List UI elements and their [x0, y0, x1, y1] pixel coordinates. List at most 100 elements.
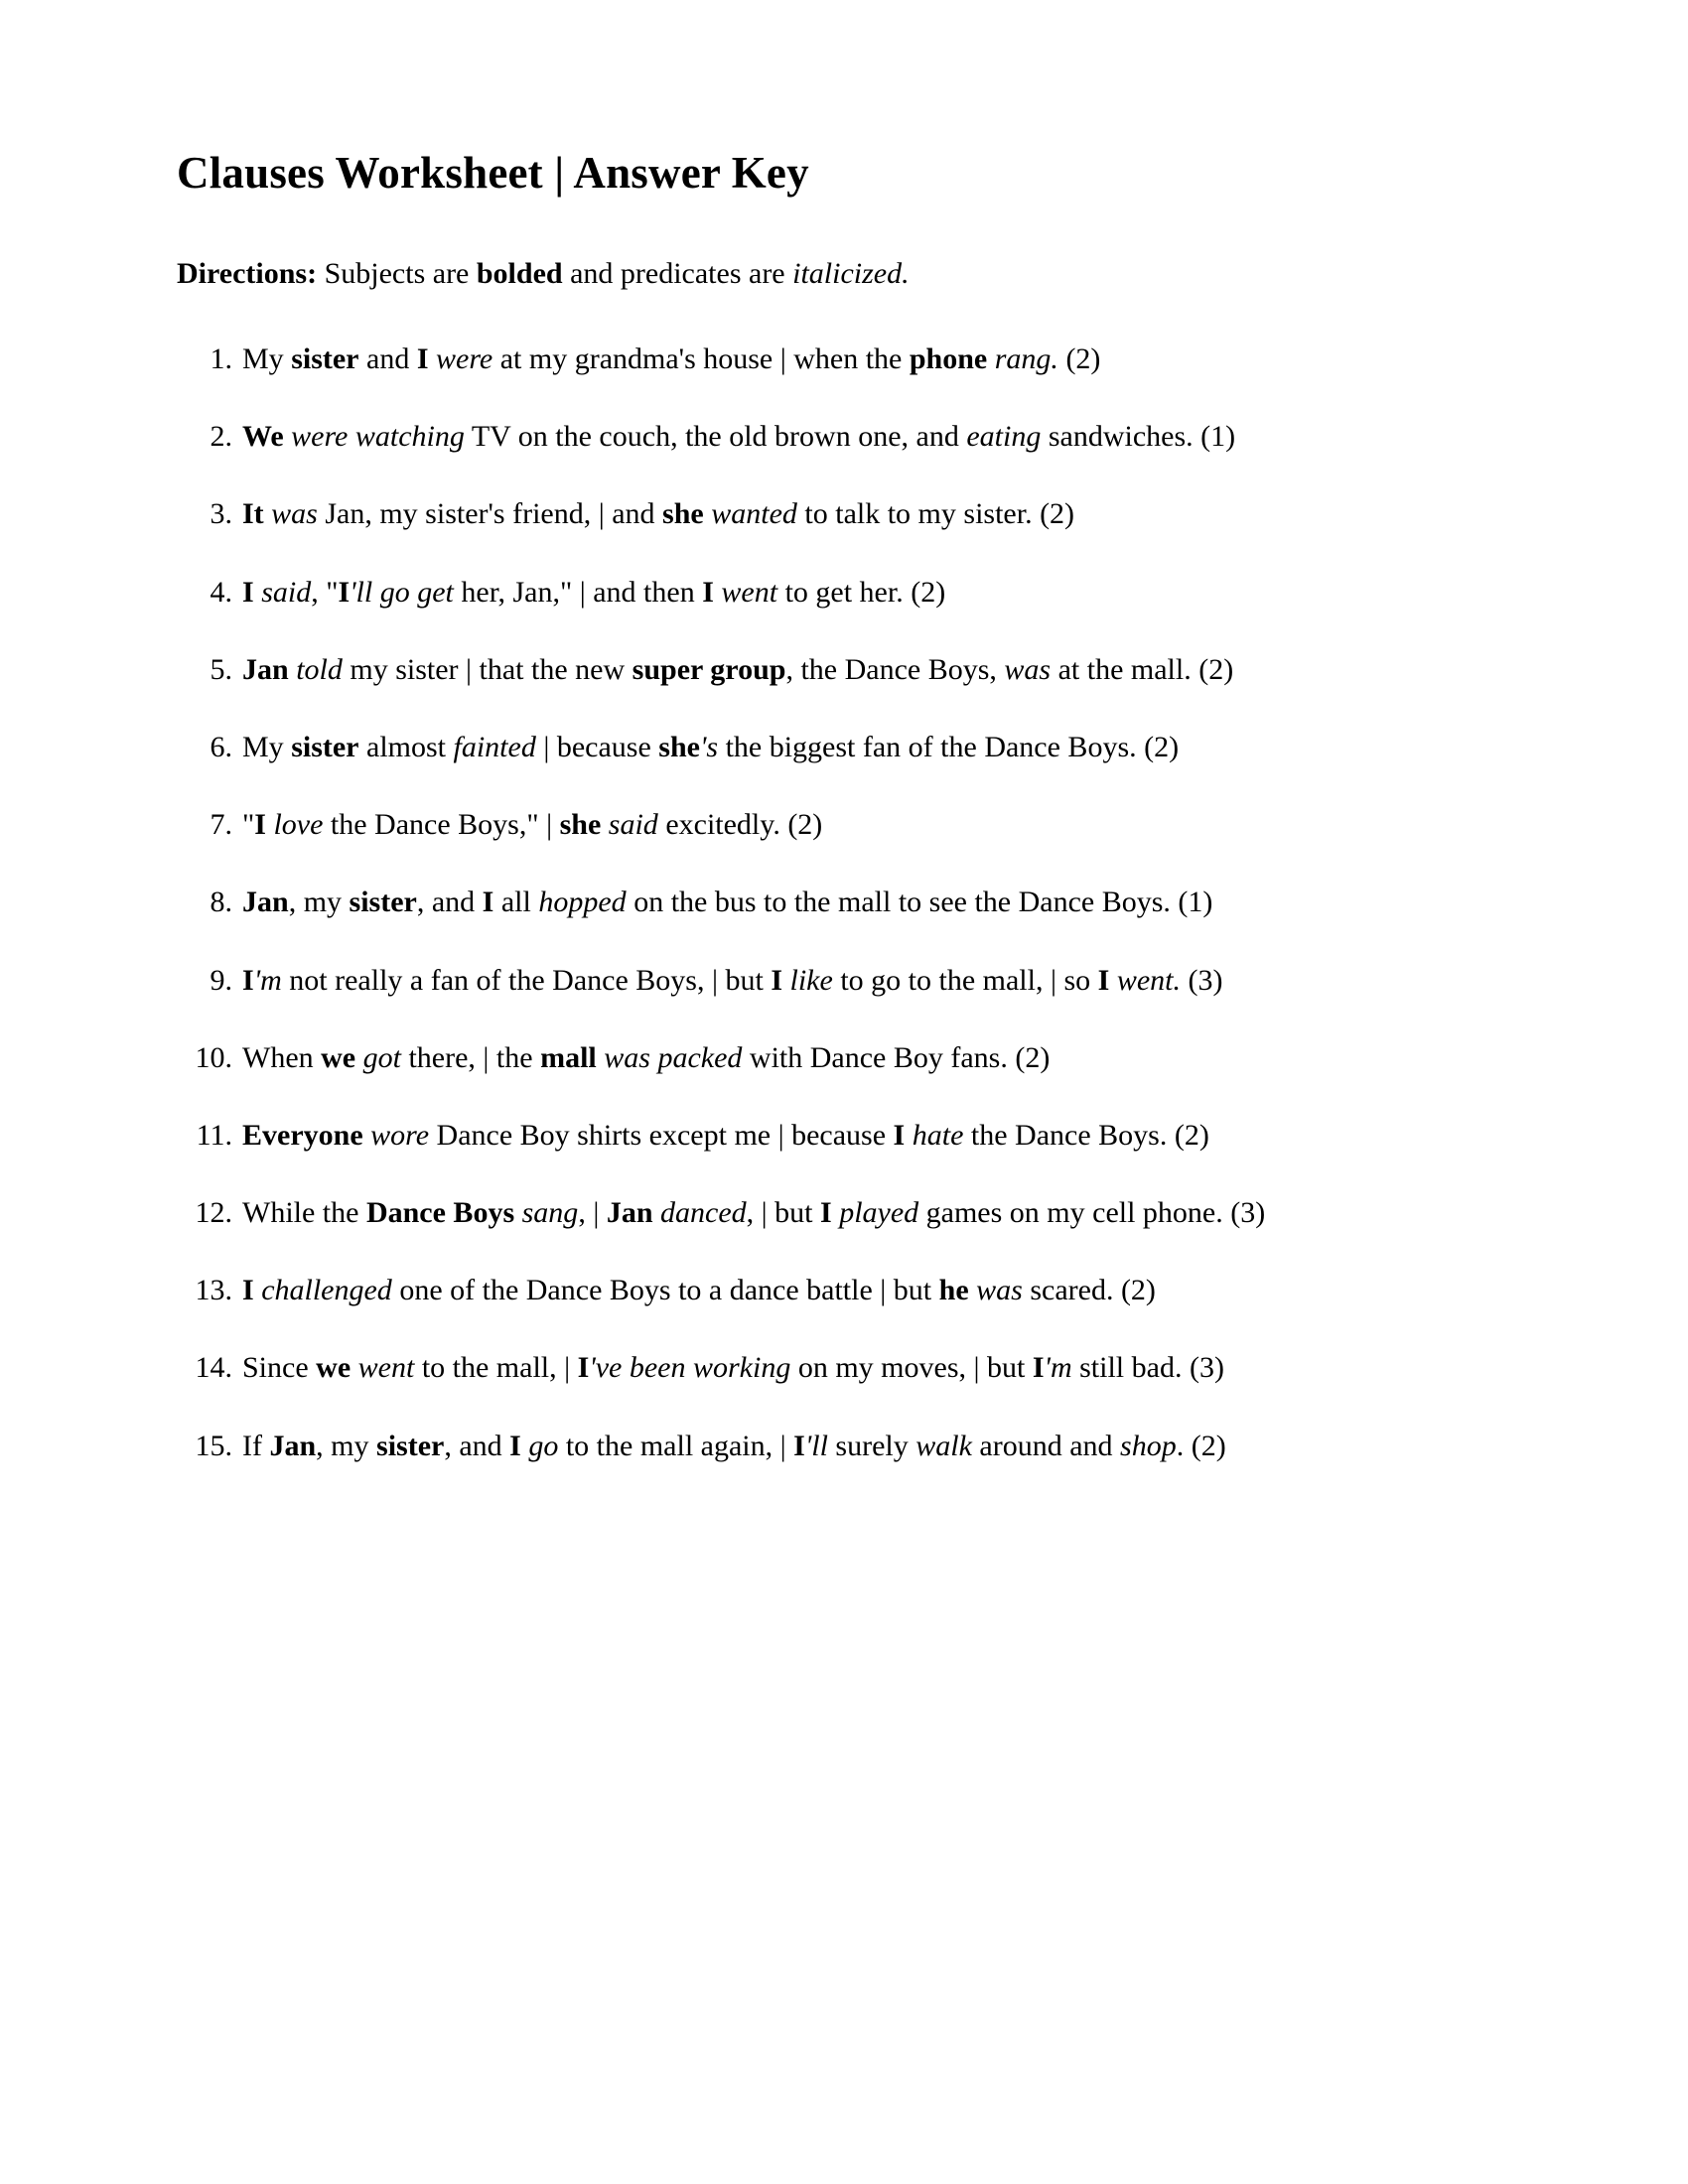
answer-segment: , | but: [746, 1196, 820, 1230]
answer-segment: we: [321, 1040, 356, 1074]
answer-item-sentence: While the Dance Boys sang, | Jan danced,…: [242, 1196, 1265, 1229]
answer-segment: I: [482, 886, 494, 919]
answer-segment: , my: [288, 886, 350, 919]
answer-item-number: 7.: [210, 808, 233, 842]
answer-segment: sister: [349, 886, 417, 919]
answer-segment: I: [1097, 963, 1110, 997]
answer-segment: 've been working: [589, 1351, 791, 1385]
answer-item-sentence: My sister and I were at my grandma's hou…: [242, 342, 1100, 375]
answer-segment: to the mall, |: [414, 1351, 578, 1385]
answer-segment: I: [1032, 1351, 1045, 1385]
answer-item: 5. Jan told my sister | that the new supe…: [177, 650, 1519, 690]
answer-segment: 'll go get: [350, 575, 454, 609]
answer-item-sentence: "I love the Dance Boys," | she said exci…: [242, 808, 822, 841]
answer-segment: wanted: [703, 497, 797, 531]
answer-item-number: 10.: [195, 1040, 233, 1074]
answer-segment: If: [242, 1429, 270, 1462]
answer-segment: there, | the: [400, 1040, 541, 1074]
directions-line-segment: Directions:: [177, 256, 318, 290]
answer-segment: I: [771, 963, 782, 997]
answer-segment: to the mall again, |: [558, 1429, 794, 1462]
answer-segment: challenged: [253, 1274, 392, 1307]
answer-segment: the Dance Boys," |: [323, 808, 560, 842]
answer-item: 15. If Jan, my sister, and I go to the ma…: [177, 1427, 1519, 1466]
answer-segment: , and: [444, 1429, 510, 1462]
answer-segment: eating: [966, 420, 1042, 454]
answer-item-sentence: Since we went to the mall, | I've been w…: [242, 1351, 1224, 1384]
answer-segment: I: [338, 575, 351, 609]
answer-item-number: 2.: [210, 420, 233, 454]
answer-item-number: 6.: [210, 730, 233, 763]
answer-segment: and: [358, 342, 417, 375]
answer-segment: (3): [1181, 963, 1223, 997]
answer-segment: TV on the couch, the old brown one, and: [464, 420, 967, 454]
answer-item-sentence: Everyone wore Dance Boy shirts except me…: [242, 1119, 1209, 1152]
answer-segment: all: [493, 886, 539, 919]
answer-segment: , my: [316, 1429, 377, 1462]
answer-segment: at my grandma's house | when the: [492, 342, 910, 375]
answer-segment: go: [520, 1429, 559, 1462]
answer-segment: he: [938, 1274, 969, 1307]
answer-segment: rang.: [987, 342, 1058, 375]
answer-item-number: 15.: [195, 1429, 233, 1462]
answer-segment: hate: [905, 1118, 964, 1152]
answer-segment: I: [416, 342, 429, 375]
answer-segment: said: [253, 575, 312, 609]
answer-segment: played: [831, 1196, 919, 1230]
answer-segment: My: [242, 730, 292, 763]
answer-item-number: 5.: [210, 652, 233, 686]
answer-item-number: 11.: [196, 1118, 232, 1152]
answer-segment: to go to the mall, | so: [832, 963, 1098, 997]
answer-item: 14. Since we went to the mall, | I've bee…: [177, 1348, 1519, 1388]
answer-item-sentence: I'm not really a fan of the Dance Boys, …: [242, 964, 1222, 997]
answer-item-sentence: Jan, my sister, and I all hopped on the …: [242, 886, 1212, 918]
answer-segment: on my moves, | but: [790, 1351, 1033, 1385]
answer-segment: the biggest fan of the Dance Boys. (2): [718, 730, 1180, 763]
answer-segment: wore: [362, 1118, 430, 1152]
answer-segment: on the bus to the mall to see the Dance …: [626, 886, 1213, 919]
answer-item: 10. When we got there, | the mall was pac…: [177, 1038, 1519, 1078]
answer-item-sentence: Jan told my sister | that the new super …: [242, 653, 1233, 686]
answer-item: 1. My sister and I were at my grandma's h…: [177, 340, 1519, 379]
answer-segment: one of the Dance Boys to a dance battle …: [391, 1274, 939, 1307]
answer-segment: went: [713, 575, 778, 609]
answer-segment: sandwiches. (1): [1041, 420, 1236, 454]
directions-line: Directions: Subjects are bolded and pred…: [177, 254, 1519, 295]
answer-segment: sister: [376, 1429, 445, 1462]
answer-segment: Dance Boy shirts except me | because: [429, 1118, 894, 1152]
answer-segment: I: [242, 575, 254, 609]
answer-segment: , |: [578, 1196, 607, 1230]
answer-segment: went.: [1109, 963, 1181, 997]
answer-segment: were: [428, 342, 493, 375]
answer-segment: Jan: [242, 652, 289, 686]
answer-segment: she: [559, 808, 602, 842]
answer-segment: My: [242, 342, 292, 375]
answer-segment: I: [702, 575, 714, 609]
answer-segment: with Dance Boy fans. (2): [742, 1040, 1051, 1074]
answer-segment: I: [242, 1274, 254, 1307]
answer-segment: sang: [514, 1196, 579, 1230]
answer-item-sentence: My sister almost fainted | because she's…: [242, 731, 1179, 763]
answer-segment: When: [242, 1040, 322, 1074]
answer-item: 6. My sister almost fainted | because she…: [177, 728, 1519, 767]
answer-segment: sister: [291, 342, 359, 375]
answer-segment: were watching: [283, 420, 465, 454]
page-title: Clauses Worksheet | Answer Key: [177, 148, 809, 198]
answer-segment: mall: [540, 1040, 597, 1074]
answer-segment: was: [1004, 652, 1052, 686]
answer-segment: 'm: [1044, 1351, 1072, 1385]
worksheet-page: Clauses Worksheet | Answer Key Direction…: [0, 0, 1688, 2184]
answer-item: 2. We were watching TV on the couch, the …: [177, 417, 1519, 457]
answer-item: 3. It was Jan, my sister's friend, | and …: [177, 494, 1519, 534]
answer-segment: I: [820, 1196, 832, 1230]
answer-item-number: 9.: [210, 963, 233, 997]
answer-segment: Jan, my sister's friend, | and: [317, 497, 663, 531]
answer-segment: said: [601, 808, 658, 842]
answer-item: 13. I challenged one of the Dance Boys to…: [177, 1271, 1519, 1310]
answer-item-sentence: It was Jan, my sister's friend, | and sh…: [242, 497, 1074, 530]
answer-item-sentence: I said, "I'll go get her, Jan," | and th…: [242, 576, 945, 609]
answer-segment: her, Jan," | and then: [453, 575, 703, 609]
answer-segment: Dance Boys: [365, 1196, 515, 1230]
answer-segment: I: [242, 963, 254, 997]
answer-item-number: 13.: [195, 1274, 233, 1307]
